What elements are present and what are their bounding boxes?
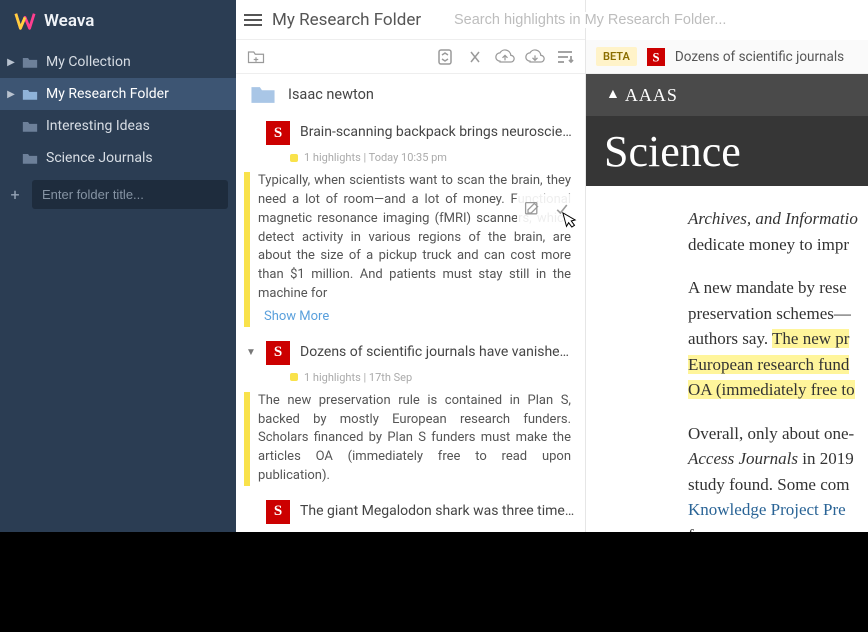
entry-title[interactable]: The giant Megalodon shark was three time…	[300, 500, 575, 520]
chevron-down-icon[interactable]: ▼	[246, 347, 256, 358]
folder-label: My Research Folder	[46, 86, 169, 102]
article-text: authors say.	[688, 329, 772, 348]
folder-label: Interesting Ideas	[46, 118, 150, 134]
cloud-upload-icon[interactable]	[495, 47, 515, 67]
article-text: Access Journals	[688, 449, 798, 468]
highlight-dot-icon	[290, 373, 298, 381]
middle-body: Isaac newton S Brain-scanning backpack b…	[236, 74, 585, 532]
middle-toolbar	[236, 40, 585, 74]
middle-panel: My Research Folder	[236, 0, 586, 532]
aaas-text: AAAS	[625, 85, 678, 106]
right-tabbar: BETA S Dozens of scientific journals	[586, 40, 868, 74]
chevron-right-icon: ▶	[6, 57, 16, 68]
entry-title[interactable]: Dozens of scientific journals have vanis…	[300, 341, 575, 361]
highlight-bar	[244, 172, 250, 327]
science-bar: Science	[586, 116, 868, 186]
chevron-right-icon: ▶	[6, 89, 16, 100]
article-text: free.	[688, 526, 719, 533]
sidebar-item-my-research-folder[interactable]: ▶ My Research Folder	[0, 78, 236, 110]
search-bar	[444, 0, 868, 40]
sidebar-item-science-journals[interactable]: Science Journals	[0, 142, 236, 174]
highlighted-text: OA (immediately free to	[688, 380, 855, 399]
source-badge-icon: S	[647, 48, 665, 66]
entry-meta: 1 highlights | Today 10:35 pm	[246, 151, 575, 164]
highlight-entry: S The giant Megalodon shark was three ti…	[236, 494, 585, 532]
plus-icon[interactable]: +	[8, 185, 22, 204]
folder-icon	[250, 84, 276, 105]
weava-logo-icon	[14, 10, 36, 32]
sidebar-item-my-collection[interactable]: ▶ My Collection	[0, 46, 236, 78]
article-text: Overall, only about one-	[688, 424, 854, 443]
article-link[interactable]: Knowledge Project Pre	[688, 500, 846, 519]
cloud-download-icon[interactable]	[525, 47, 545, 67]
highlight-entry: ▼ S Dozens of scientific journals have v…	[236, 335, 585, 494]
sidebar-header: Weava	[0, 0, 236, 40]
new-folder-row: +	[0, 174, 236, 209]
source-badge-icon: S	[266, 341, 290, 365]
article-body: Archives, and Informatio dedicate money …	[586, 186, 868, 532]
entry-title[interactable]: Brain-scanning backpack brings neuroscie…	[300, 121, 575, 141]
folder-label: Science Journals	[46, 150, 153, 166]
folder-label: My Collection	[46, 54, 131, 70]
app-name: Weava	[44, 11, 94, 31]
sidebar: Weava ▶ My Collection ▶ My Research Fold…	[0, 0, 236, 532]
highlight-dot-icon	[290, 154, 298, 162]
subfolder-name: Isaac newton	[288, 86, 374, 103]
aaas-bar: ▲ AAAS	[586, 74, 868, 116]
article-text: study found. Some com	[688, 475, 850, 494]
article-text: dedicate money to impr	[688, 235, 849, 254]
folder-icon	[22, 56, 40, 69]
highlight-text: The new preservation rule is contained i…	[258, 393, 571, 483]
beta-badge: BETA	[596, 47, 637, 66]
entry-meta-text: 1 highlights | 17th Sep	[304, 371, 412, 384]
app-root: Weava ▶ My Collection ▶ My Research Fold…	[0, 0, 868, 532]
folder-icon	[22, 152, 40, 165]
edit-icon[interactable]	[521, 198, 543, 220]
hamburger-icon[interactable]	[244, 14, 262, 26]
folder-icon	[22, 120, 40, 133]
highlight-text: Typically, when scientists want to scan …	[258, 173, 571, 301]
highlight-bar	[244, 392, 250, 486]
folder-list: ▶ My Collection ▶ My Research Folder Int…	[0, 40, 236, 174]
search-input[interactable]	[454, 12, 858, 28]
tab-title[interactable]: Dozens of scientific journals	[675, 49, 844, 65]
article-text: in 2019	[798, 449, 854, 468]
new-folder-icon[interactable]	[246, 47, 266, 67]
entry-date: 17th Sep	[246, 530, 575, 532]
source-badge-icon: S	[266, 121, 290, 145]
sort-icon[interactable]	[555, 47, 575, 67]
show-more-link[interactable]: Show More	[258, 304, 571, 327]
article-text: preservation schemes—	[688, 304, 851, 323]
science-logo: Science	[604, 126, 741, 177]
sidebar-item-interesting-ideas[interactable]: Interesting Ideas	[0, 110, 236, 142]
right-panel: BETA S Dozens of scientific journals ▲ A…	[586, 0, 868, 532]
source-badge-icon: S	[266, 500, 290, 524]
subfolder-item[interactable]: Isaac newton	[236, 74, 585, 115]
article-text: Archives, and Informatio	[688, 209, 858, 228]
highlight-block[interactable]: The new preservation rule is contained i…	[250, 392, 571, 486]
entry-meta: 1 highlights | 17th Sep	[246, 371, 575, 384]
highlight-entry: S Brain-scanning backpack brings neurosc…	[236, 115, 585, 335]
entry-meta-text: 1 highlights | Today 10:35 pm	[304, 151, 447, 164]
svg-text:S: S	[652, 50, 659, 64]
bottom-black-bar	[0, 532, 868, 632]
folder-icon	[22, 88, 40, 101]
aaas-logo: ▲ AAAS	[606, 85, 678, 106]
article-text: A new mandate by rese	[688, 278, 847, 297]
article-viewer[interactable]: ▲ AAAS Science Archives, and Informatio …	[586, 74, 868, 532]
highlighted-text: European research fund	[688, 355, 849, 374]
expand-collapse-icon[interactable]	[435, 47, 455, 67]
collapse-icon[interactable]	[465, 47, 485, 67]
highlighted-text: The new pr	[772, 329, 849, 348]
new-folder-input[interactable]	[32, 180, 228, 209]
aaas-triangle-icon: ▲	[606, 87, 621, 103]
